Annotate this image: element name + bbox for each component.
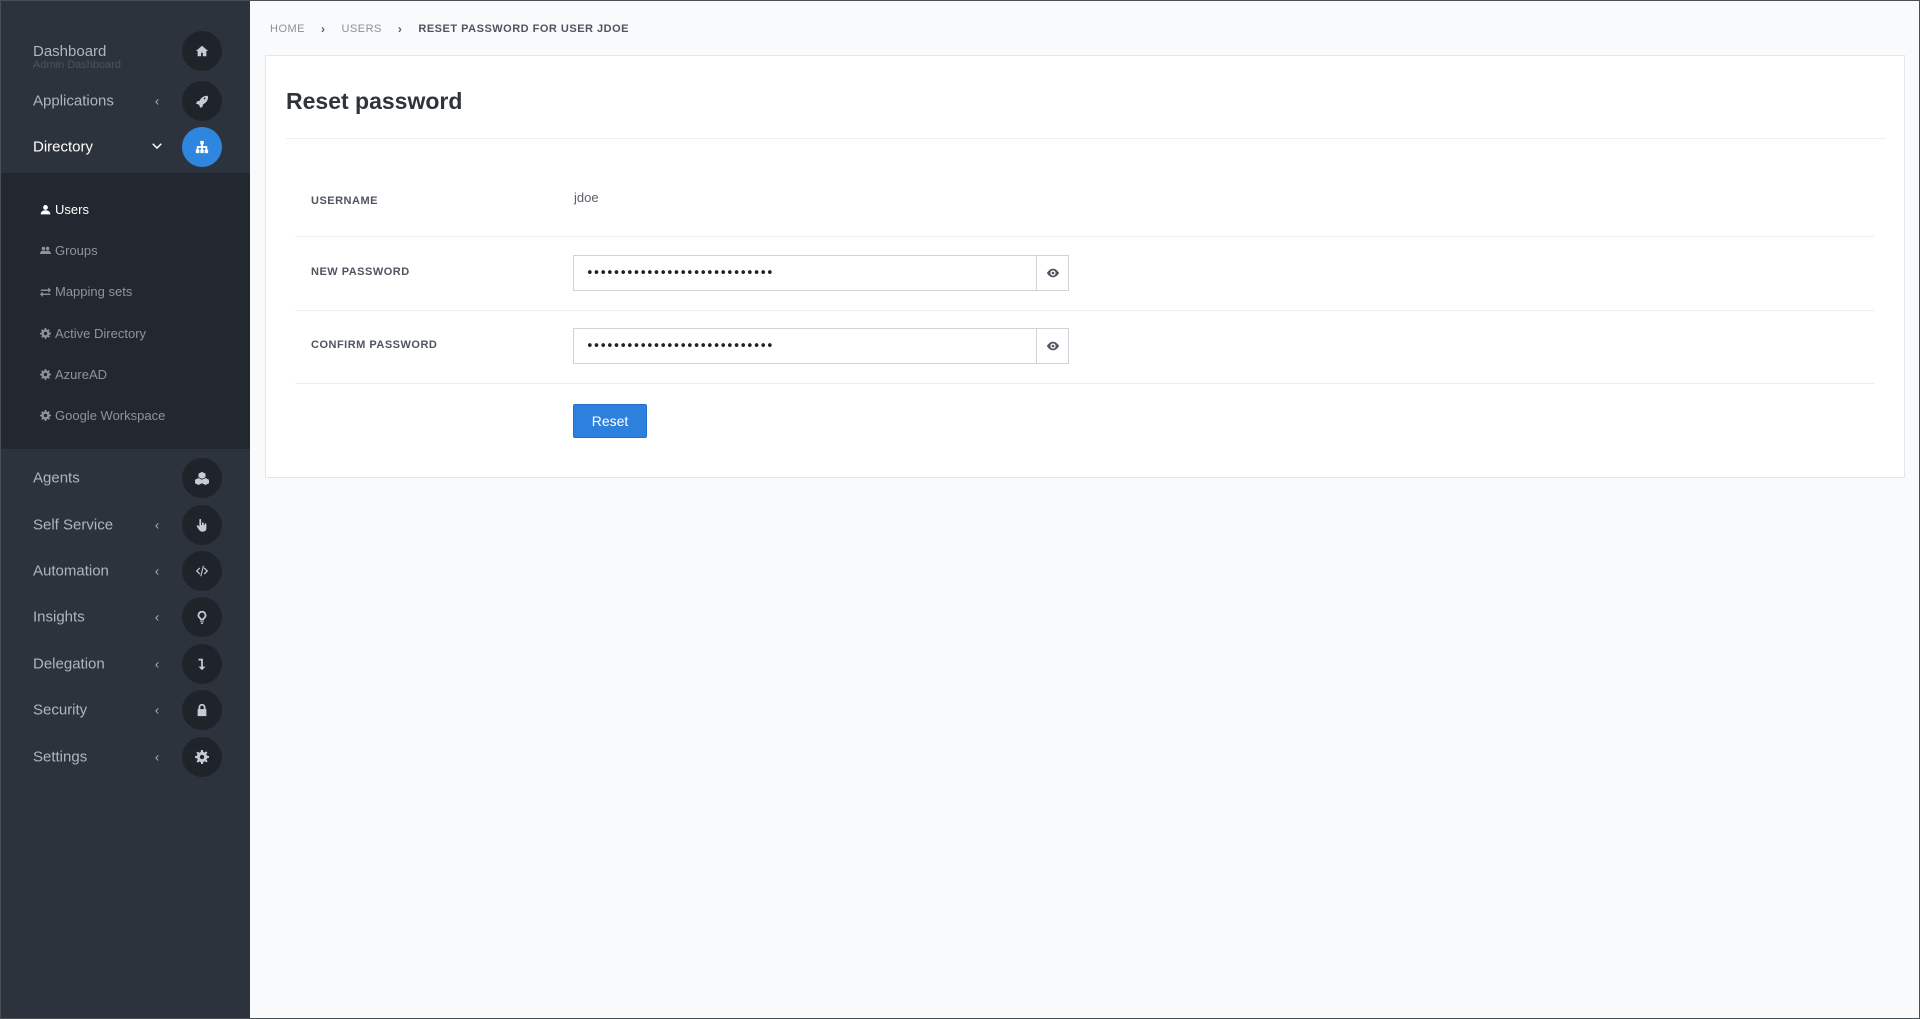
sidebar-item-label: Security (33, 701, 88, 719)
user-icon (40, 204, 51, 214)
chevron-left-icon: ‹ (154, 563, 160, 579)
sidebar: Dashboard Admin Dashboard Applications ‹… (0, 0, 250, 1019)
lock-icon[interactable] (182, 690, 222, 730)
subnav-item-active-directory[interactable]: Active Directory (40, 321, 146, 345)
users-icon (40, 246, 51, 254)
new-password-field[interactable]: •••••••••••••••••••••••••••• (573, 255, 1036, 291)
hand-pointer-icon[interactable] (182, 505, 222, 545)
new-password-label: NEW PASSWORD (311, 266, 410, 278)
sitemap-icon[interactable] (182, 127, 222, 167)
eye-icon (1046, 341, 1059, 351)
directory-subnav: Users Groups Mapping sets Active Directo… (0, 173, 250, 449)
lightbulb-icon[interactable] (182, 597, 222, 637)
sidebar-item-security[interactable]: Security ‹ (0, 690, 250, 730)
reset-password-panel: Reset password USERNAME jdoe NEW PASSWOR… (265, 55, 1905, 478)
sidebar-item-label: Settings (33, 748, 88, 766)
eye-icon (1046, 268, 1059, 278)
subnav-item-label: Mapping sets (55, 283, 133, 299)
exchange-icon (40, 286, 51, 297)
page-title: Reset password (286, 88, 463, 114)
subnav-item-label: AzureAD (55, 366, 108, 382)
sidebar-item-applications[interactable]: Applications ‹ (0, 81, 250, 121)
divider (295, 383, 1874, 384)
chevron-left-icon: ‹ (154, 749, 160, 765)
divider (295, 236, 1874, 237)
chevron-left-icon: ‹ (154, 609, 160, 625)
divider (286, 138, 1886, 139)
confirm-password-group: •••••••••••••••••••••••••••• (573, 328, 1069, 364)
sidebar-item-label: Applications (33, 92, 114, 110)
breadcrumb-users[interactable]: USERS (342, 23, 382, 35)
sidebar-item-label: Automation (33, 562, 109, 580)
sidebar-item-label: Delegation (33, 655, 105, 673)
sidebar-item-self-service[interactable]: Self Service ‹ (0, 505, 250, 545)
breadcrumb-home[interactable]: HOME (270, 23, 305, 35)
subnav-item-label: Groups (55, 242, 98, 258)
new-password-group: •••••••••••••••••••••••••••• (573, 255, 1069, 291)
chevron-left-icon: ‹ (154, 93, 160, 109)
sidebar-item-agents[interactable]: Agents (0, 458, 250, 498)
sidebar-item-label: Directory (33, 138, 94, 156)
code-icon[interactable] (182, 551, 222, 591)
sidebar-item-label: Self Service (33, 516, 114, 534)
subnav-item-label: Active Directory (55, 325, 147, 341)
subnav-item-groups[interactable]: Groups (40, 238, 98, 262)
confirm-password-field[interactable]: •••••••••••••••••••••••••••• (573, 328, 1036, 364)
cog-icon (40, 368, 51, 380)
chevron-left-icon: ‹ (154, 656, 160, 672)
chevron-left-icon: ‹ (154, 517, 160, 533)
divider (295, 310, 1874, 311)
subnav-item-mapping-sets[interactable]: Mapping sets (40, 279, 132, 303)
cog-icon (40, 409, 51, 421)
subnav-item-users[interactable]: Users (40, 197, 89, 221)
home-icon[interactable] (182, 31, 222, 71)
chevron-right-icon: › (397, 22, 403, 36)
sidebar-item-label: Agents (33, 469, 80, 487)
sidebar-item-sublabel: Admin Dashboard (33, 59, 122, 71)
cog-icon (40, 327, 51, 339)
subnav-item-google-workspace[interactable]: Google Workspace (40, 403, 165, 427)
sidebar-item-automation[interactable]: Automation ‹ (0, 551, 250, 591)
chevron-left-icon: ‹ (154, 702, 160, 718)
subnav-item-label: Users (55, 201, 89, 217)
show-password-button[interactable] (1036, 328, 1069, 364)
reset-button[interactable]: Reset (573, 404, 647, 438)
sidebar-item-insights[interactable]: Insights ‹ (0, 597, 250, 637)
cubes-icon[interactable] (182, 458, 222, 498)
subnav-item-azuread[interactable]: AzureAD (40, 362, 107, 386)
confirm-password-label: CONFIRM PASSWORD (311, 339, 438, 351)
sidebar-item-dashboard[interactable]: Dashboard Admin Dashboard (0, 31, 250, 71)
chevron-right-icon: › (321, 22, 326, 36)
chevron-down-icon (150, 140, 164, 155)
gear-icon[interactable] (182, 737, 222, 777)
breadcrumb: HOME › USERS › RESET PASSWORD FOR USER J… (270, 21, 629, 37)
username-label: USERNAME (311, 195, 378, 207)
rocket-icon[interactable] (182, 81, 222, 121)
sidebar-item-label: Dashboard (33, 43, 107, 60)
show-password-button[interactable] (1036, 255, 1069, 291)
sidebar-item-directory[interactable]: Directory (0, 127, 250, 167)
sidebar-item-delegation[interactable]: Delegation ‹ (0, 644, 250, 684)
sidebar-item-label: Insights (33, 608, 85, 626)
sidebar-item-settings[interactable]: Settings ‹ (0, 737, 250, 777)
level-down-icon[interactable] (182, 644, 222, 684)
username-value: jdoe (574, 190, 599, 205)
breadcrumb-current: RESET PASSWORD FOR USER JDOE (418, 23, 630, 35)
subnav-item-label: Google Workspace (55, 407, 166, 423)
